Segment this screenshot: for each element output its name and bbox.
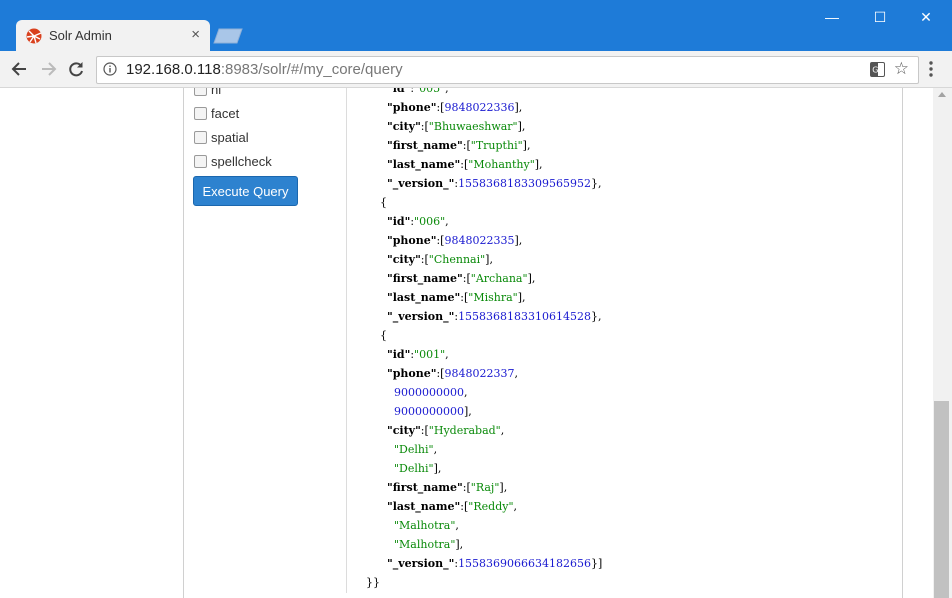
menu-icon[interactable] — [928, 60, 934, 78]
scrollbar-thumb[interactable] — [934, 401, 949, 598]
solr-logo-icon — [26, 28, 42, 44]
url-text[interactable]: 192.168.0.118:8983/solr/#/my_core/query — [126, 61, 403, 78]
new-tab-button[interactable] — [213, 28, 243, 44]
scroll-up-arrow-icon[interactable] — [938, 92, 946, 97]
star-icon[interactable]: ☆ — [894, 60, 909, 78]
browser-title-bar: Solr Admin × — ☐ ✕ — [0, 0, 952, 51]
tab-title: Solr Admin — [49, 28, 112, 43]
hl-checkbox[interactable] — [194, 88, 207, 96]
svg-text:G: G — [872, 66, 878, 75]
close-window-button[interactable]: ✕ — [906, 7, 946, 27]
tab-close-icon[interactable]: × — [191, 26, 200, 43]
translate-icon[interactable]: G — [870, 62, 885, 77]
spatial-label: spatial — [211, 130, 249, 145]
maximize-button[interactable]: ☐ — [860, 7, 900, 27]
query-results-json: "id":"005", "phone":[9848022336], "city"… — [366, 88, 603, 589]
results-divider — [346, 88, 347, 593]
execute-query-button[interactable]: Execute Query — [193, 176, 298, 206]
hl-label: hl — [211, 88, 222, 97]
url-path: :8983/solr/#/my_core/query — [220, 61, 403, 78]
forward-arrow-icon[interactable] — [38, 59, 58, 79]
browser-tab[interactable]: Solr Admin × — [16, 20, 210, 51]
browser-toolbar: 192.168.0.118:8983/solr/#/my_core/query … — [0, 51, 952, 88]
facet-label: facet — [211, 106, 240, 121]
info-icon[interactable] — [103, 62, 117, 76]
page-content: hl facet spatial spellcheck Execute Quer… — [0, 88, 952, 598]
facet-checkbox[interactable] — [194, 107, 207, 120]
spatial-checkbox[interactable] — [194, 131, 207, 144]
spellcheck-checkbox[interactable] — [194, 155, 207, 168]
reload-icon[interactable] — [66, 59, 86, 79]
address-bar[interactable]: 192.168.0.118:8983/solr/#/my_core/query … — [96, 56, 919, 84]
content-right-border — [902, 88, 903, 598]
spellcheck-label: spellcheck — [211, 154, 272, 169]
back-arrow-icon[interactable] — [10, 59, 30, 79]
minimize-button[interactable]: — — [812, 7, 852, 27]
sidebar-divider — [183, 88, 184, 598]
url-host: 192.168.0.118 — [126, 61, 221, 78]
